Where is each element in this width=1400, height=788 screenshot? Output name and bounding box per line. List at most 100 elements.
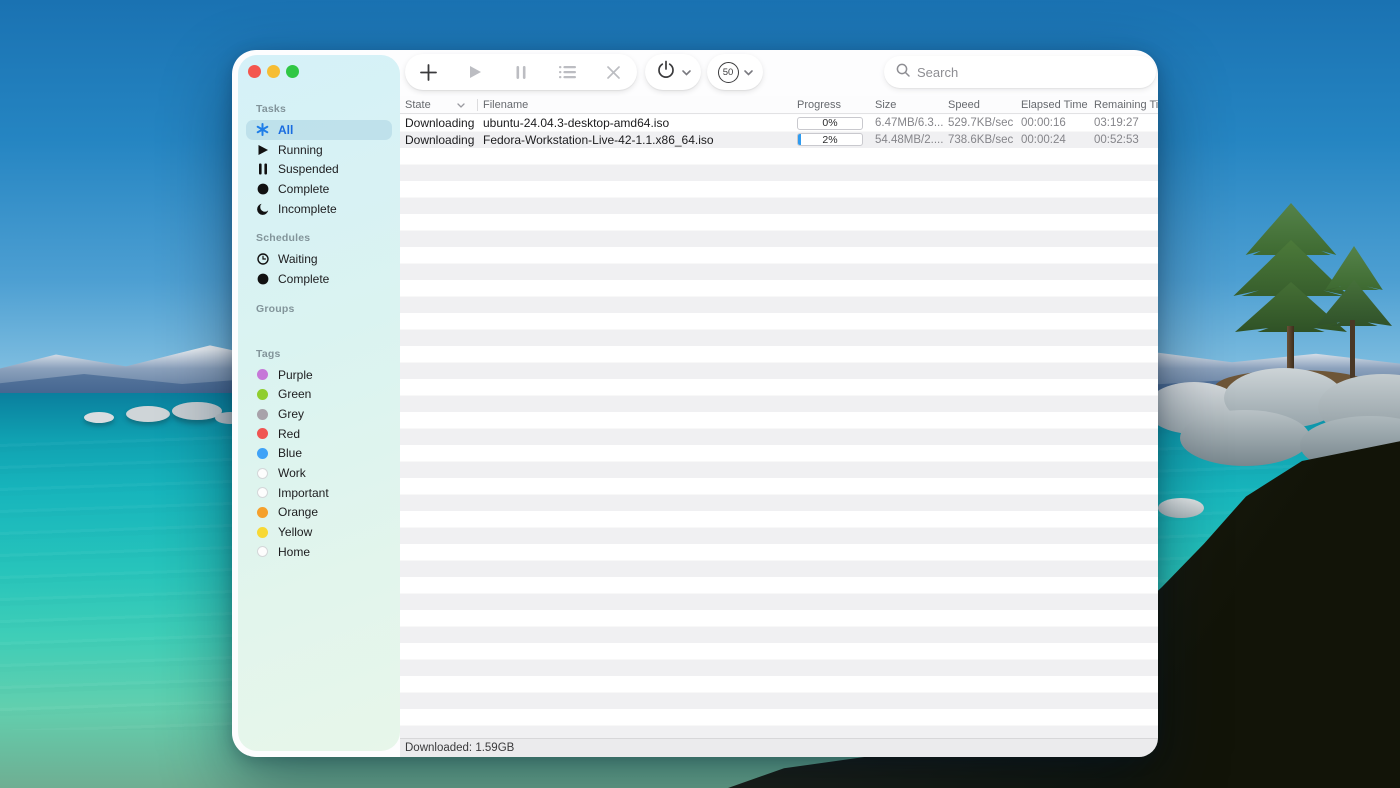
sidebar-item-label: Blue — [278, 446, 302, 460]
cell-filename: ubuntu-24.04.3-desktop-amd64.iso — [483, 116, 797, 130]
speed-limit-button[interactable]: 50 — [718, 62, 739, 83]
task-list-button[interactable] — [552, 57, 582, 87]
sidebar-item-tag-work[interactable]: Work — [246, 463, 392, 483]
sidebar-item-label: Waiting — [278, 252, 318, 266]
sidebar-item-label: Yellow — [278, 525, 312, 539]
task-row[interactable]: Downloading ubuntu-24.04.3-desktop-amd64… — [400, 115, 1158, 132]
sidebar-item-running[interactable]: Running — [246, 140, 392, 160]
wallpaper-shore-rock — [1180, 410, 1310, 466]
tag-color-dot — [257, 428, 268, 439]
sidebar-item-tag-purple[interactable]: Purple — [246, 365, 392, 385]
sidebar-item-tag-blue[interactable]: Blue — [246, 444, 392, 464]
minimize-button[interactable] — [267, 65, 280, 78]
resume-button[interactable] — [460, 57, 490, 87]
sidebar-item-label: Work — [278, 466, 306, 480]
cell-filename: Fedora-Workstation-Live-42-1.1.x86_64.is… — [483, 133, 797, 147]
cell-state: Downloading — [405, 116, 477, 130]
sidebar-item-label: Purple — [278, 368, 313, 382]
search-input[interactable] — [917, 65, 1144, 80]
sidebar-item-tag-yellow[interactable]: Yellow — [246, 522, 392, 542]
toolbar — [405, 54, 637, 90]
tag-color-dot — [257, 507, 268, 518]
sidebar-item-tag-red[interactable]: Red — [246, 424, 392, 444]
sort-chevron-icon — [457, 99, 465, 111]
zoom-button[interactable] — [286, 65, 299, 78]
progress-bar: 2% — [797, 133, 863, 146]
desktop: Tasks All Running Su — [0, 0, 1400, 788]
section-title-tasks: Tasks — [246, 103, 392, 115]
clock-icon — [256, 253, 269, 266]
sidebar-item-label: Complete — [278, 272, 329, 286]
sidebar-item-all[interactable]: All — [246, 120, 392, 140]
power-control — [645, 54, 701, 90]
sidebar-item-label: Orange — [278, 505, 318, 519]
wallpaper-water-boulder — [1158, 498, 1204, 518]
column-header-size[interactable]: Size — [875, 99, 948, 111]
sidebar-item-complete[interactable]: Complete — [246, 179, 392, 199]
cell-progress: 0% — [797, 117, 875, 130]
groups-empty — [246, 320, 392, 334]
column-header-speed[interactable]: Speed — [948, 99, 1021, 111]
sidebar-item-tag-home[interactable]: Home — [246, 542, 392, 562]
power-button[interactable] — [656, 60, 676, 85]
sidebar-item-label: Suspended — [278, 162, 339, 176]
sidebar: Tasks All Running Su — [238, 55, 400, 751]
sidebar-item-tag-orange[interactable]: Orange — [246, 503, 392, 523]
column-header-filename[interactable]: Filename — [483, 99, 797, 111]
tag-color-dot — [257, 527, 268, 538]
sidebar-item-tag-important[interactable]: Important — [246, 483, 392, 503]
add-task-button[interactable] — [413, 57, 443, 87]
circle-filled-icon — [256, 182, 269, 195]
cell-remaining-time: 00:52:53 — [1094, 134, 1158, 146]
sidebar-item-tag-grey[interactable]: Grey — [246, 404, 392, 424]
speed-limit-value: 50 — [723, 67, 734, 78]
cell-progress: 2% — [797, 133, 875, 146]
downloaded-total: Downloaded: 1.59GB — [405, 742, 514, 754]
wallpaper-boulder — [84, 412, 114, 423]
table-header: State Filename Progress Size Speed Elaps… — [400, 96, 1158, 114]
power-dropdown-chevron-icon[interactable] — [682, 63, 691, 81]
pause-icon — [256, 163, 269, 176]
progress-bar: 0% — [797, 117, 863, 130]
sidebar-item-label: Important — [278, 486, 329, 500]
sidebar-item-label: Incomplete — [278, 202, 337, 216]
column-divider — [477, 99, 478, 111]
cell-elapsed-time: 00:00:24 — [1021, 134, 1094, 146]
column-header-progress[interactable]: Progress — [797, 99, 875, 111]
cell-remaining-time: 03:19:27 — [1094, 117, 1158, 129]
tag-color-dot — [257, 369, 268, 380]
asterisk-icon — [256, 123, 269, 136]
cell-size: 54.48MB/2.... — [875, 134, 948, 146]
cell-elapsed-time: 00:00:16 — [1021, 117, 1094, 129]
sidebar-item-incomplete[interactable]: Incomplete — [246, 199, 392, 219]
column-header-remaining-time[interactable]: Remaining Ti… — [1094, 99, 1158, 111]
sidebar-item-waiting[interactable]: Waiting — [246, 249, 392, 269]
remove-task-button[interactable] — [599, 57, 629, 87]
tag-color-dot — [257, 468, 268, 479]
cell-state: Downloading — [405, 133, 477, 147]
cell-size: 6.47MB/6.3... — [875, 117, 948, 129]
download-manager-window: Tasks All Running Su — [232, 50, 1158, 757]
sidebar-list: Tasks All Running Su — [238, 91, 400, 751]
circle-filled-icon — [256, 272, 269, 285]
search-icon — [896, 63, 910, 82]
column-header-state[interactable]: State — [405, 99, 477, 111]
progress-label: 2% — [798, 134, 862, 145]
speed-limit-control: 50 — [707, 54, 763, 90]
sidebar-item-tag-green[interactable]: Green — [246, 385, 392, 405]
pause-button[interactable] — [506, 57, 536, 87]
tag-color-dot — [257, 389, 268, 400]
sidebar-item-label: Running — [278, 143, 323, 157]
sidebar-item-schedule-complete[interactable]: Complete — [246, 269, 392, 289]
section-title-tags: Tags — [246, 348, 392, 360]
sidebar-item-label: All — [278, 123, 293, 137]
tag-color-dot — [257, 546, 268, 557]
main-content: 50 State — [400, 50, 1158, 757]
sidebar-item-suspended[interactable]: Suspended — [246, 159, 392, 179]
limit-dropdown-chevron-icon[interactable] — [744, 63, 753, 81]
search-field[interactable] — [884, 56, 1156, 88]
sidebar-item-label: Complete — [278, 182, 329, 196]
close-button[interactable] — [248, 65, 261, 78]
column-header-elapsed-time[interactable]: Elapsed Time — [1021, 99, 1094, 111]
task-row[interactable]: Downloading Fedora-Workstation-Live-42-1… — [400, 132, 1158, 149]
